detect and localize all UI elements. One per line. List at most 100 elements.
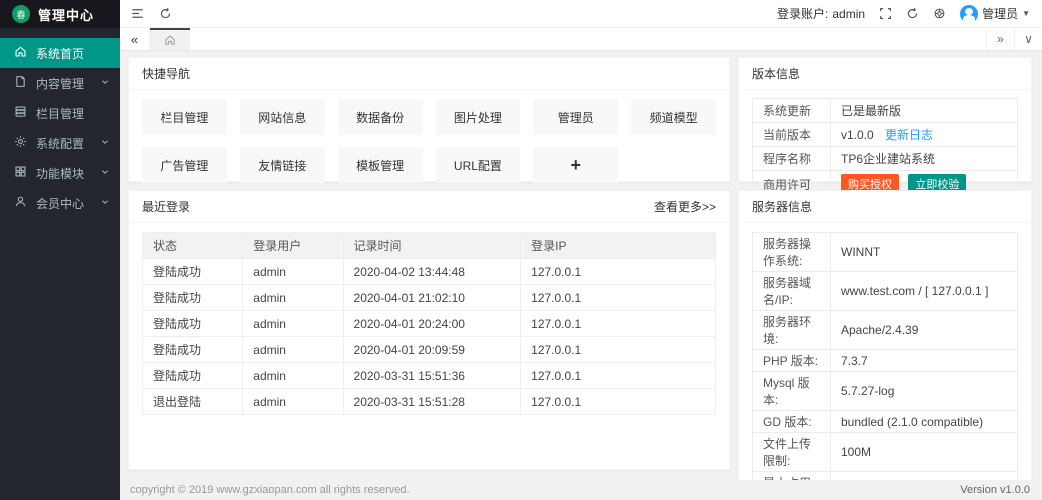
login-account-username: admin [832, 7, 865, 21]
table-row: 登陆成功 admin 2020-03-31 15:51:36 127.0.0.1 [143, 363, 716, 389]
columns-icon [14, 105, 27, 121]
quicknav-button-ads[interactable]: 广告管理 [142, 147, 227, 183]
cell-ip: 127.0.0.1 [521, 337, 716, 363]
tabs-scroll-left-button[interactable]: « [120, 28, 150, 50]
kv-label: GD 版本: [753, 411, 831, 433]
server-info-panel: 服务器信息 服务器操作系统:WINNT 服务器域名/IP:www.test.co… [738, 190, 1032, 480]
recent-logins-table: 状态 登录用户 记录时间 登录IP 登陆成功 admin [142, 232, 716, 415]
quicknav-button-backup[interactable]: 数据备份 [338, 99, 423, 135]
chevron-down-icon [100, 76, 110, 90]
quicknav-button-images[interactable]: 图片处理 [436, 99, 521, 135]
kv-label: 服务器环境: [753, 311, 831, 350]
quicknav-button-columns[interactable]: 栏目管理 [142, 99, 227, 135]
cell-time: 2020-04-02 13:44:48 [343, 259, 521, 285]
kv-value: 已是最新版 [831, 99, 1018, 123]
kv-value: 100M [831, 433, 1018, 472]
version-info-table: 系统更新 已是最新版 当前版本 v1.0.0 更新日志 [752, 98, 1018, 198]
admin-name-label: 管理员 [982, 5, 1018, 22]
table-row: 登陆成功 admin 2020-04-01 20:09:59 127.0.0.1 [143, 337, 716, 363]
kv-label: 当前版本 [753, 123, 831, 147]
tabbar: « » ∨ [120, 28, 1042, 51]
sidebar-item-columns[interactable]: 栏目管理 [0, 98, 120, 128]
cell-user: admin [243, 363, 343, 389]
refresh-icon[interactable] [906, 7, 919, 20]
kv-row: 当前版本 v1.0.0 更新日志 [753, 123, 1018, 147]
tabs-dropdown-button[interactable]: ∨ [1014, 28, 1042, 50]
quicknav-add-button[interactable]: + [533, 147, 618, 183]
recent-logins-panel: 最近登录 查看更多>> 状态 登录用户 记录时间 登录IP [128, 190, 730, 470]
fullscreen-icon[interactable] [879, 7, 892, 20]
kv-value: TP6企业建站系统 [831, 147, 1018, 171]
quicknav-button-links[interactable]: 友情链接 [240, 147, 325, 183]
chevron-down-icon [100, 166, 110, 180]
kv-row: 文件上传限制:100M [753, 433, 1018, 472]
footer: copyright © 2019 www.gzxiaopan.com all r… [120, 480, 1042, 500]
kv-value: v1.0.0 更新日志 [831, 123, 1018, 147]
logo-bar: 春 管理中心 [0, 0, 120, 28]
tab-home[interactable] [150, 28, 190, 50]
cell-user: admin [243, 337, 343, 363]
cell-user: admin [243, 389, 343, 415]
cell-time: 2020-04-01 20:09:59 [343, 337, 521, 363]
quicknav-button-siteinfo[interactable]: 网站信息 [240, 99, 325, 135]
column-header-status: 状态 [143, 233, 243, 259]
sidebar-item-modules[interactable]: 功能模块 [0, 158, 120, 188]
quicknav-button-admins[interactable]: 管理员 [533, 99, 618, 135]
cell-time: 2020-04-01 21:02:10 [343, 285, 521, 311]
quicknav-button-url[interactable]: URL配置 [436, 147, 521, 183]
cell-ip: 127.0.0.1 [521, 259, 716, 285]
kv-row: GD 版本:bundled (2.1.0 compatible) [753, 411, 1018, 433]
content-left-column: 快捷导航 栏目管理 网站信息 数据备份 图片处理 管理员 频道模型 广告管理 友… [128, 57, 730, 476]
avatar [960, 5, 978, 23]
menu-toggle-icon[interactable] [130, 6, 145, 21]
gear-icon[interactable] [933, 7, 946, 20]
content-right-column: 版本信息 系统更新 已是最新版 当前版本 v1.0.0 更新 [738, 57, 1032, 476]
topbar: 登录账户: admin 管理员 ▼ [120, 0, 1042, 28]
chevron-down-icon [100, 196, 110, 210]
kv-label: 最大占用内存: [753, 472, 831, 481]
kv-value: WINNT [831, 233, 1018, 272]
kv-row: 服务器操作系统:WINNT [753, 233, 1018, 272]
view-more-link[interactable]: 查看更多>> [654, 198, 716, 215]
caret-down-icon: ▼ [1022, 9, 1030, 18]
document-icon [14, 75, 27, 91]
content-area: 快捷导航 栏目管理 网站信息 数据备份 图片处理 管理员 频道模型 广告管理 友… [120, 51, 1042, 480]
app-title: 管理中心 [38, 5, 94, 24]
version-text: Version v1.0.0 [960, 484, 1030, 496]
table-row: 登陆成功 admin 2020-04-01 20:24:00 127.0.0.1 [143, 311, 716, 337]
admin-app: 春 管理中心 系统首页 内容管理 栏目管理 系统配置 [0, 0, 1042, 500]
cell-time: 2020-04-01 20:24:00 [343, 311, 521, 337]
admin-dropdown[interactable]: 管理员 ▼ [960, 5, 1030, 23]
quicknav-button-templates[interactable]: 模板管理 [338, 147, 423, 183]
cell-status: 登陆成功 [143, 285, 243, 311]
sidebar-item-settings[interactable]: 系统配置 [0, 128, 120, 158]
copyright-text: copyright © 2019 www.gzxiaopan.com all r… [130, 484, 410, 496]
chevron-down-icon [100, 136, 110, 150]
gear-icon [14, 135, 27, 151]
tabs-scroll-right-button[interactable]: » [986, 28, 1014, 50]
sidebar-item-label: 系统首页 [36, 45, 84, 62]
recent-logins-panel-title: 最近登录 [142, 198, 190, 215]
refresh-icon[interactable] [159, 7, 172, 20]
table-header-row: 状态 登录用户 记录时间 登录IP [143, 233, 716, 259]
cell-user: admin [243, 311, 343, 337]
cell-ip: 127.0.0.1 [521, 389, 716, 415]
sidebar-item-content[interactable]: 内容管理 [0, 68, 120, 98]
kv-row: 程序名称 TP6企业建站系统 [753, 147, 1018, 171]
quicknav-button-models[interactable]: 频道模型 [631, 99, 716, 135]
sidebar-item-members[interactable]: 会员中心 [0, 188, 120, 218]
column-header-ip: 登录IP [521, 233, 716, 259]
quicknav-grid: 栏目管理 网站信息 数据备份 图片处理 管理员 频道模型 广告管理 友情链接 模… [142, 99, 716, 183]
modules-icon [14, 165, 27, 181]
kv-label: 程序名称 [753, 147, 831, 171]
sidebar-item-label: 功能模块 [36, 165, 84, 182]
sidebar-item-home[interactable]: 系统首页 [0, 38, 120, 68]
cell-ip: 127.0.0.1 [521, 311, 716, 337]
cell-status: 登陆成功 [143, 337, 243, 363]
sidebar-item-label: 会员中心 [36, 195, 84, 212]
sidebar-item-label: 系统配置 [36, 135, 84, 152]
server-info-table: 服务器操作系统:WINNT 服务器域名/IP:www.test.com / [ … [752, 232, 1018, 480]
home-icon [164, 34, 176, 46]
sidebar: 春 管理中心 系统首页 内容管理 栏目管理 系统配置 [0, 0, 120, 500]
changelog-link[interactable]: 更新日志 [885, 128, 933, 142]
